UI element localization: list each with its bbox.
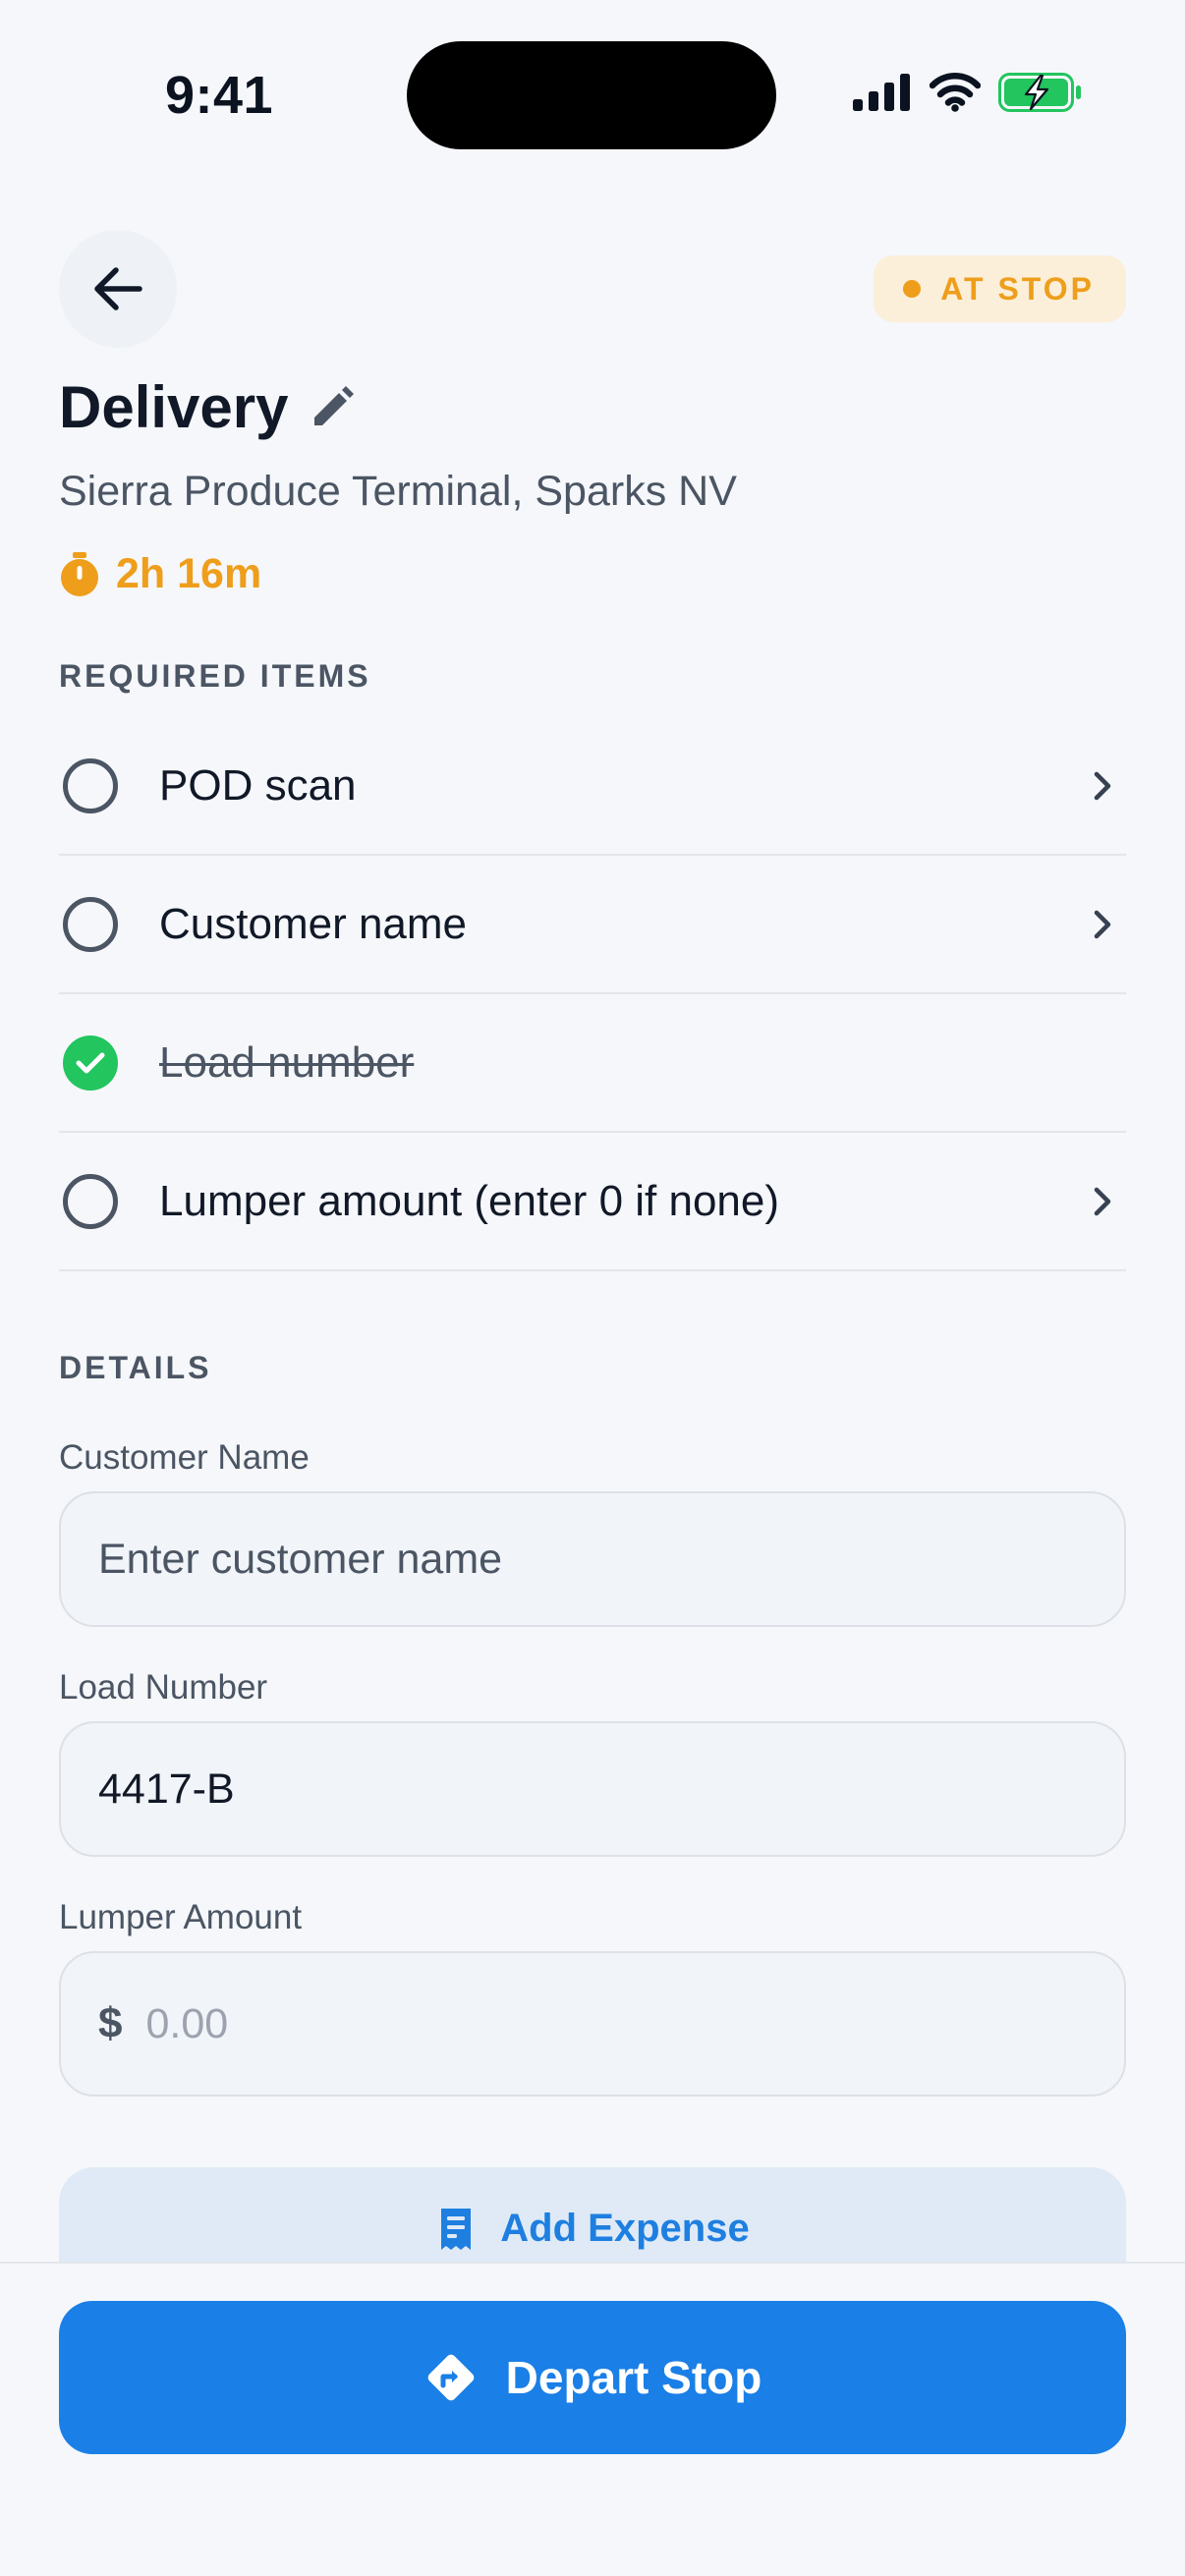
cellular-signal-icon (853, 74, 910, 111)
lumper-amount-field: $ (59, 1951, 1126, 2097)
pencil-edit-icon[interactable] (310, 385, 354, 429)
required-item-label: Customer name (159, 899, 468, 948)
status-badge-label: AT STOP (940, 270, 1095, 307)
lumper-amount-input[interactable] (145, 1999, 1124, 2048)
required-item-lumper-amount[interactable]: Lumper amount (enter 0 if none) (59, 1133, 1126, 1271)
page-title: Delivery (59, 374, 289, 440)
load-number-field (59, 1721, 1126, 1857)
unchecked-circle-icon (63, 757, 118, 813)
dwell-timer: 2h 16m (59, 550, 261, 598)
load-number-label: Load Number (59, 1668, 268, 1707)
depart-stop-label: Depart Stop (505, 2352, 762, 2403)
required-items-list: POD scan Customer name Load number Lumpe… (59, 717, 1126, 1271)
customer-name-field (59, 1491, 1126, 1627)
currency-symbol: $ (98, 1999, 123, 2047)
stop-detail-screen: 9:41 AT STOP Delivery Sierra Produce Ter… (0, 0, 1185, 2576)
required-item-customer-name[interactable]: Customer name (59, 856, 1126, 994)
battery-charging-icon (998, 73, 1081, 112)
lumper-amount-label: Lumper Amount (59, 1898, 303, 1936)
customer-name-label: Customer Name (59, 1438, 310, 1477)
required-item-label: Load number (159, 1037, 415, 1087)
load-number-input[interactable] (98, 1764, 1124, 1814)
required-item-load-number: Load number (59, 994, 1126, 1133)
stopwatch-icon (61, 551, 98, 596)
required-item-pod-scan[interactable]: POD scan (59, 717, 1126, 856)
required-item-label: POD scan (159, 760, 357, 810)
chevron-right-icon (1094, 910, 1111, 938)
status-badge: AT STOP (874, 255, 1126, 322)
title-row: Delivery (59, 373, 354, 441)
unchecked-circle-icon (63, 896, 118, 952)
depart-stop-button[interactable]: Depart Stop (59, 2301, 1126, 2454)
details-heading: DETAILS (59, 1350, 212, 1385)
required-item-label: Lumper amount (enter 0 if none) (159, 1176, 780, 1225)
required-items-heading: REQUIRED ITEMS (59, 658, 371, 694)
directions-sign-icon (427, 2354, 475, 2401)
checkmark-circle-icon (63, 1035, 118, 1091)
receipt-icon (441, 2209, 472, 2250)
status-bar: 9:41 (0, 0, 1185, 177)
chevron-right-icon (1094, 1187, 1111, 1215)
status-dot (903, 280, 922, 298)
unchecked-circle-icon (63, 1173, 118, 1229)
arrow-left-icon (94, 267, 142, 310)
status-time: 9:41 (165, 66, 274, 125)
bottom-action-bar: Depart Stop (0, 2262, 1185, 2576)
wifi-icon (930, 73, 981, 112)
dwell-time-value: 2h 16m (116, 550, 262, 597)
back-button[interactable] (59, 230, 177, 348)
dynamic-island (407, 41, 776, 149)
customer-name-input[interactable] (98, 1535, 1124, 1584)
status-icons (853, 73, 1083, 112)
add-expense-label: Add Expense (500, 2207, 750, 2250)
stop-location: Sierra Produce Terminal, Sparks NV (59, 468, 737, 515)
chevron-right-icon (1094, 771, 1111, 800)
